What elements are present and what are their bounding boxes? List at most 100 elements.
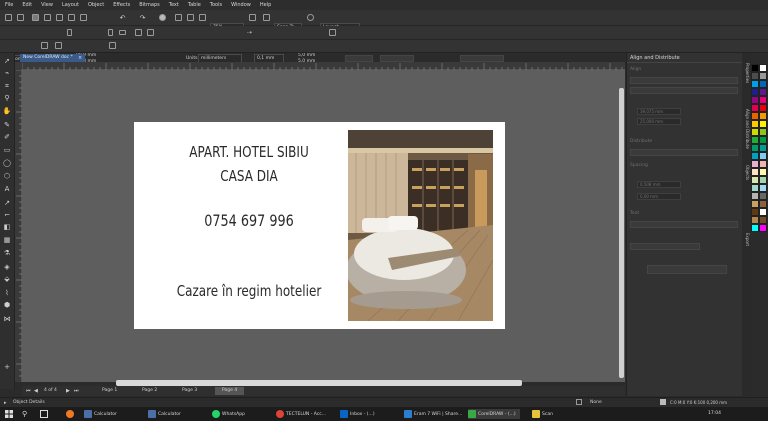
expand-icon[interactable]: ▸	[4, 400, 7, 406]
workspace-button-3[interactable]	[108, 41, 117, 50]
menu-bitmaps[interactable]: Bitmaps	[139, 2, 160, 8]
document-tab[interactable]: New CorelDRAW doc *	[20, 54, 85, 62]
first-page-icon[interactable]: ⏮	[26, 388, 31, 394]
windows-start-icon[interactable]	[5, 410, 13, 418]
menu-table[interactable]: Table	[188, 2, 201, 8]
landscape-button[interactable]	[118, 28, 127, 37]
fill-swatch-icon[interactable]	[576, 399, 582, 405]
menu-layout[interactable]: Layout	[62, 2, 79, 8]
taskbar-item-calculator-2[interactable]: Calculator	[148, 409, 181, 419]
color-swatch[interactable]	[751, 136, 759, 144]
import-button[interactable]	[174, 13, 183, 22]
color-swatch[interactable]	[759, 128, 767, 136]
smart-fill-tool-icon[interactable]: ⬙	[3, 275, 11, 283]
ellipse-tool-icon[interactable]: ◯	[3, 159, 11, 167]
color-swatch[interactable]	[759, 208, 767, 216]
redo-button[interactable]: ↷	[138, 13, 147, 22]
text-tool-icon[interactable]: A	[3, 185, 11, 193]
page-tab-4[interactable]: Page 4	[215, 387, 245, 395]
taskbar-item-calculator[interactable]: Calculator	[84, 409, 117, 419]
artistic-media-tool-icon[interactable]: ✐	[3, 133, 11, 141]
rulers-button[interactable]	[262, 13, 271, 22]
search-content-button[interactable]	[158, 13, 167, 22]
outline-swatch-icon[interactable]	[660, 399, 666, 405]
color-swatch[interactable]	[759, 88, 767, 96]
color-swatch[interactable]	[751, 200, 759, 208]
menu-edit[interactable]: Edit	[22, 2, 32, 8]
color-swatch[interactable]	[751, 120, 759, 128]
pan-tool-icon[interactable]: ✋	[3, 107, 12, 115]
cut-button[interactable]	[55, 13, 64, 22]
side-tab-objects[interactable]: Objects	[743, 165, 750, 180]
taskbar-item-browser[interactable]: Eram 7 WiFi | Share...	[404, 409, 462, 419]
menu-file[interactable]: File	[5, 2, 13, 8]
parallel-dimension-tool-icon[interactable]: ↗	[3, 199, 11, 207]
transparency-tool-icon[interactable]: ▦	[3, 236, 11, 244]
drop-shadow-tool-icon[interactable]: ◧	[3, 223, 11, 231]
color-swatch[interactable]	[751, 88, 759, 96]
color-swatch[interactable]	[759, 160, 767, 168]
undo-button[interactable]: ↶	[118, 13, 127, 22]
workspace-button-2[interactable]	[54, 41, 63, 50]
color-swatch[interactable]	[751, 96, 759, 104]
system-tray-time[interactable]: 17:04	[708, 411, 721, 416]
page-tab-2[interactable]: Page 2	[135, 387, 164, 395]
color-swatch[interactable]	[759, 216, 767, 224]
publish-pdf-button[interactable]	[198, 13, 207, 22]
portrait-button[interactable]	[106, 28, 115, 37]
color-swatch[interactable]	[759, 104, 767, 112]
page-tab-1[interactable]: Page 1	[95, 387, 124, 395]
menu-object[interactable]: Object	[88, 2, 104, 8]
color-swatch[interactable]	[751, 184, 759, 192]
freehand-tool-icon[interactable]: ✎	[3, 121, 11, 129]
side-tab-align[interactable]: Align and Distribute	[743, 109, 750, 149]
color-swatch[interactable]	[759, 136, 767, 144]
vertical-ruler[interactable]	[15, 69, 22, 382]
color-swatch[interactable]	[751, 144, 759, 152]
copy-button[interactable]	[67, 13, 76, 22]
add-tool-icon[interactable]: +	[3, 363, 11, 371]
color-swatch[interactable]	[751, 80, 759, 88]
save-button[interactable]	[31, 13, 40, 22]
next-page-icon[interactable]: ▶	[66, 388, 70, 394]
taskbar-item-whatsapp[interactable]: WhatsApp	[212, 409, 245, 419]
color-swatch[interactable]	[759, 224, 767, 232]
business-card[interactable]: APART. HOTEL SIBIU CASA DIA 0754 697 996…	[134, 122, 505, 329]
menu-tools[interactable]: Tools	[210, 2, 222, 8]
outline-tool-icon[interactable]: ⌇	[3, 289, 11, 297]
search-icon[interactable]: ⚲	[22, 410, 27, 418]
color-swatch[interactable]	[759, 80, 767, 88]
color-swatch[interactable]	[759, 184, 767, 192]
previous-page-icon[interactable]: ◀	[34, 388, 38, 394]
current-page-button[interactable]	[146, 28, 155, 37]
color-swatch[interactable]	[751, 168, 759, 176]
new-document-button[interactable]	[4, 13, 13, 22]
color-swatch[interactable]	[751, 64, 759, 72]
ruler-corner[interactable]	[15, 62, 22, 70]
color-swatch[interactable]	[759, 176, 767, 184]
taskbar-item-coreldraw[interactable]: CorelDRAW - (...)	[468, 409, 520, 419]
card-subtitle-line[interactable]: CASA DIA	[157, 167, 341, 185]
color-swatch[interactable]	[759, 112, 767, 120]
menu-help[interactable]: Help	[260, 2, 271, 8]
interactive-fill-tool-icon[interactable]: ◈	[3, 263, 11, 271]
horizontal-ruler[interactable]	[21, 62, 625, 70]
pick-tool-icon[interactable]: ➚	[3, 57, 11, 65]
color-swatch[interactable]	[759, 192, 767, 200]
card-tagline[interactable]: Cazare în regim hotelier	[157, 282, 341, 300]
color-swatch[interactable]	[759, 200, 767, 208]
side-tab-export[interactable]: Export	[743, 233, 750, 246]
menu-window[interactable]: Window	[231, 2, 251, 8]
last-page-icon[interactable]: ⏭	[74, 388, 79, 394]
vertical-scrollbar[interactable]	[619, 88, 624, 378]
menu-effects[interactable]: Effects	[113, 2, 130, 8]
menu-view[interactable]: View	[41, 2, 53, 8]
object-details-label[interactable]: Object Details	[13, 400, 45, 405]
color-swatch[interactable]	[751, 208, 759, 216]
color-swatch[interactable]	[751, 104, 759, 112]
color-swatch[interactable]	[751, 72, 759, 80]
color-swatch[interactable]	[759, 152, 767, 160]
side-tab-properties[interactable]: Properties	[743, 63, 750, 83]
color-swatch[interactable]	[751, 128, 759, 136]
paste-button[interactable]	[79, 13, 88, 22]
